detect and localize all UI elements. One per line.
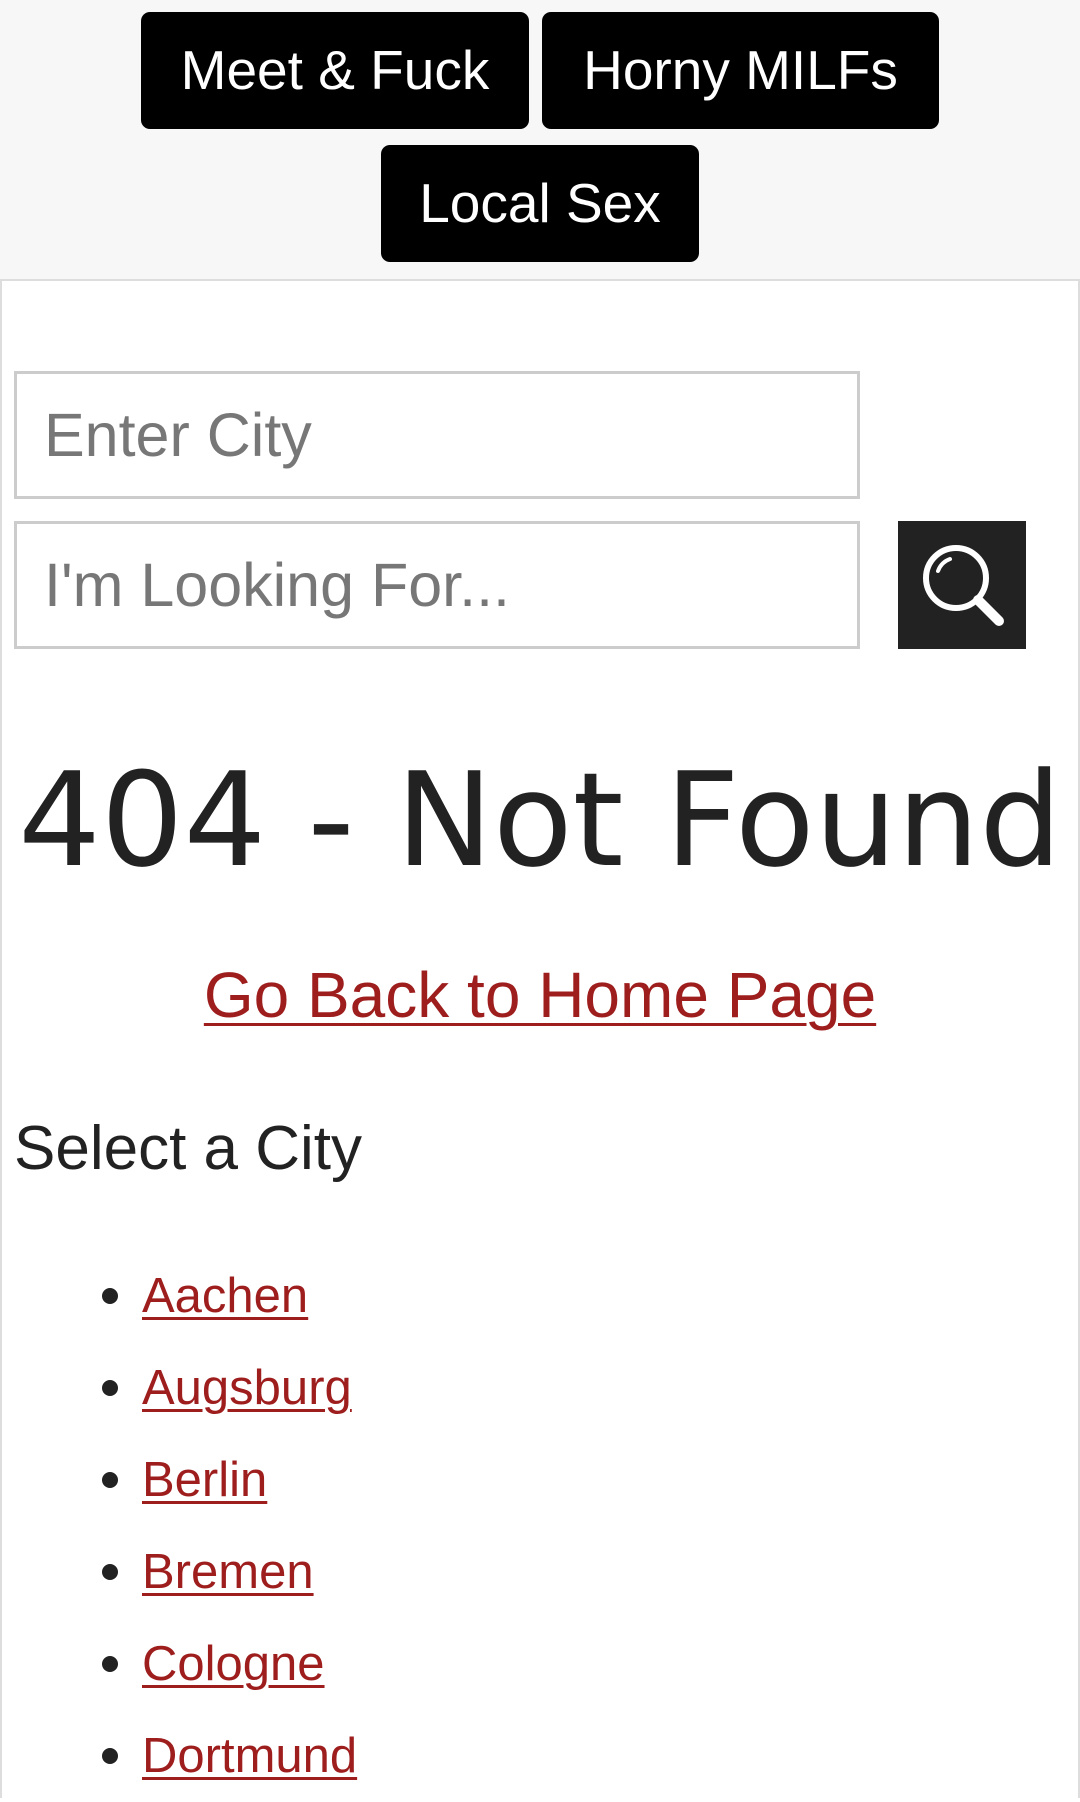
city-link-augsburg[interactable]: Augsburg	[142, 1342, 352, 1434]
bullet-icon	[102, 1380, 118, 1396]
bullet-icon	[102, 1472, 118, 1488]
search-button[interactable]	[898, 521, 1026, 649]
bullet-icon	[102, 1656, 118, 1672]
search-icon	[923, 545, 1004, 626]
top-navigation: Meet & Fuck Horny MILFs Local Sex	[0, 0, 1080, 281]
looking-for-input[interactable]	[14, 521, 860, 649]
nav-button-local-sex[interactable]: Local Sex	[381, 145, 699, 262]
city-link-bremen[interactable]: Bremen	[142, 1526, 314, 1618]
nav-button-meet-fuck[interactable]: Meet & Fuck	[141, 12, 529, 129]
home-page-link[interactable]: Go Back to Home Page	[0, 955, 1080, 1035]
nav-button-horny-milfs[interactable]: Horny MILFs	[542, 12, 939, 129]
bullet-icon	[102, 1748, 118, 1764]
city-section-heading: Select a City	[14, 1114, 363, 1183]
bullet-icon	[102, 1288, 118, 1304]
bullet-icon	[102, 1564, 118, 1580]
city-link-cologne[interactable]: Cologne	[142, 1618, 325, 1710]
city-input[interactable]	[14, 371, 860, 499]
city-link-aachen[interactable]: Aachen	[142, 1250, 308, 1342]
error-title: 404 - Not Found	[18, 744, 1062, 896]
city-link-dortmund[interactable]: Dortmund	[142, 1710, 357, 1802]
city-link-berlin[interactable]: Berlin	[142, 1434, 267, 1526]
